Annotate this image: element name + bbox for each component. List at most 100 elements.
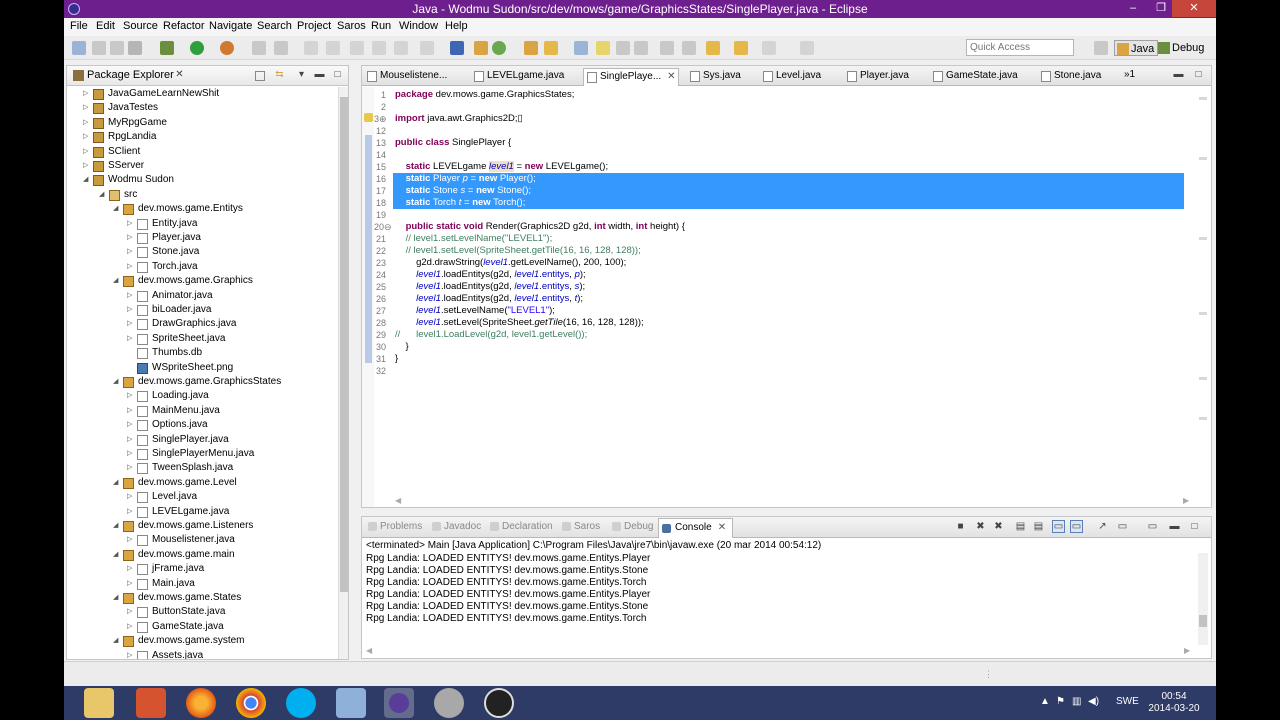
mark-occurrences-icon[interactable] <box>596 41 610 55</box>
tray-volume-icon[interactable]: ◀) <box>1088 696 1099 707</box>
pencil-icon[interactable] <box>544 41 558 55</box>
editor-tab[interactable]: Stone.java <box>1038 68 1108 86</box>
tree-item[interactable]: ◢ dev.mows.game.Graphics <box>67 274 337 288</box>
type-hierarchy-icon[interactable] <box>450 41 464 55</box>
code-line[interactable]: level1.loadEntitys(g2d, level1.entitys, … <box>395 269 586 281</box>
save-icon[interactable] <box>92 41 106 55</box>
editor-overview-ruler[interactable] <box>1197 87 1209 495</box>
chrome-taskbar-icon[interactable] <box>236 688 266 718</box>
expand-arrow-icon[interactable]: ▷ <box>127 577 135 591</box>
expand-arrow-icon[interactable]: ▷ <box>127 289 135 303</box>
editor-tab[interactable]: LEVELgame.java <box>471 68 575 86</box>
taskbar-clock[interactable]: 00:54 2014-03-20 <box>1144 691 1204 715</box>
run-icon[interactable] <box>190 41 204 55</box>
code-line[interactable]: static Torch t = new Torch(); <box>395 197 526 209</box>
code-line[interactable]: level1.loadEntitys(g2d, level1.entitys, … <box>395 281 585 293</box>
tree-item[interactable]: ▷ Player.java <box>67 231 337 245</box>
maximize-view-icon[interactable]: □ <box>331 69 344 82</box>
disc-app-taskbar-icon[interactable] <box>434 688 464 718</box>
tray-flag-icon[interactable]: ⚑ <box>1056 696 1065 707</box>
expand-arrow-icon[interactable]: ▷ <box>127 605 135 619</box>
tree-item[interactable]: ▷ SinglePlayerMenu.java <box>67 447 337 461</box>
close-tab-icon[interactable]: ✕ <box>667 71 675 82</box>
collapse-arrow-icon[interactable]: ◢ <box>113 519 121 533</box>
file-explorer-taskbar-icon[interactable] <box>84 688 114 718</box>
overview-marker[interactable] <box>1199 377 1207 380</box>
panel-tab-javadoc[interactable]: Javadoc <box>432 521 481 532</box>
code-line[interactable]: level1.setLevelName("LEVEL1"); <box>395 305 555 317</box>
search-icon[interactable] <box>492 41 506 55</box>
panel-tab-console[interactable]: Console ✕ <box>658 518 734 538</box>
overview-marker[interactable] <box>1199 237 1207 240</box>
tree-item[interactable]: ◢ Wodmu Sudon <box>67 173 337 187</box>
code-line[interactable]: level1.setLevel(SpriteSheet.getTile(16, … <box>395 317 644 329</box>
remove-all-launches-icon[interactable]: ✖ <box>992 521 1005 534</box>
menu-saros[interactable]: Saros <box>337 20 366 32</box>
new-java-project-icon[interactable] <box>252 41 266 55</box>
console-vertical-scrollbar[interactable] <box>1198 553 1208 645</box>
code-line[interactable]: g2d.drawString(level1.getLevelName(), 20… <box>395 257 626 269</box>
expand-arrow-icon[interactable]: ▷ <box>83 130 91 144</box>
remove-launch-icon[interactable]: ✖ <box>974 521 987 534</box>
panel-tab-debug[interactable]: Debug <box>612 521 653 532</box>
quick-access-input[interactable]: Quick Access <box>966 39 1074 56</box>
code-line[interactable]: import java.awt.Graphics2D;▯ <box>395 113 523 125</box>
close-button[interactable]: ✕ <box>1172 0 1216 17</box>
expand-arrow-icon[interactable]: ▷ <box>127 505 135 519</box>
suspend-icon[interactable] <box>372 41 386 55</box>
last-edit-icon[interactable] <box>706 41 720 55</box>
collapse-arrow-icon[interactable]: ◢ <box>113 634 121 648</box>
window-app-taskbar-icon[interactable] <box>336 688 366 718</box>
tree-item[interactable]: ◢ src <box>67 188 337 202</box>
minimize-editor-icon[interactable]: ▬ <box>1172 69 1185 82</box>
minimize-view-icon[interactable]: ▬ <box>313 69 326 82</box>
editor-tab[interactable]: GameState.java <box>930 68 1030 86</box>
console-scrollbar-thumb[interactable] <box>1199 615 1207 627</box>
expand-arrow-icon[interactable]: ▷ <box>127 433 135 447</box>
java-perspective-button[interactable]: Java <box>1114 40 1159 56</box>
code-line[interactable]: } <box>395 341 409 353</box>
code-line[interactable]: public class SinglePlayer { <box>395 137 511 149</box>
tree-item[interactable]: ▷ MainMenu.java <box>67 404 337 418</box>
keyboard-language[interactable]: SWE <box>1116 696 1139 707</box>
tree-item[interactable]: ▷ SinglePlayer.java <box>67 433 337 447</box>
expand-arrow-icon[interactable]: ▷ <box>127 461 135 475</box>
tree-item[interactable]: ▷ JavaTestes <box>67 101 337 115</box>
expand-arrow-icon[interactable]: ▷ <box>127 389 135 403</box>
tree-item[interactable]: ▷ TweenSplash.java <box>67 461 337 475</box>
tree-item[interactable]: ▷ Assets.java <box>67 649 337 659</box>
copy-icon[interactable] <box>350 41 364 55</box>
expand-arrow-icon[interactable]: ▷ <box>127 418 135 432</box>
terminate-icon[interactable] <box>394 41 408 55</box>
code-line[interactable]: } <box>395 353 398 365</box>
editor-tab[interactable]: Sys.java <box>687 68 753 86</box>
tree-item[interactable]: ◢ dev.mows.game.States <box>67 591 337 605</box>
editor-tab[interactable]: Player.java <box>844 68 924 86</box>
skype-taskbar-icon[interactable] <box>286 688 316 718</box>
tree-item[interactable]: Thumbs.db <box>67 346 337 360</box>
expand-arrow-icon[interactable]: ▷ <box>83 159 91 173</box>
pin-editor-icon[interactable] <box>800 41 814 55</box>
tree-item[interactable]: ▷ Main.java <box>67 577 337 591</box>
eclipse-taskbar-button[interactable] <box>384 688 414 718</box>
expand-arrow-icon[interactable]: ▷ <box>127 490 135 504</box>
tree-item[interactable]: ▷ biLoader.java <box>67 303 337 317</box>
new-icon[interactable] <box>72 41 86 55</box>
menu-navigate[interactable]: Navigate <box>209 20 252 32</box>
collapse-arrow-icon[interactable]: ◢ <box>83 173 91 187</box>
scrollbar-thumb[interactable] <box>340 97 348 592</box>
display-console-icon[interactable]: ▭ <box>1116 521 1129 534</box>
clear-console-icon[interactable]: ▤ <box>1014 521 1027 534</box>
tree-item[interactable]: ▷ Entity.java <box>67 217 337 231</box>
package-explorer-title[interactable]: Package Explorer <box>87 69 174 81</box>
expand-arrow-icon[interactable]: ▷ <box>127 620 135 634</box>
package-explorer-scrollbar[interactable] <box>338 87 348 659</box>
code-line[interactable]: // level1.setLevel(SpriteSheet.getTile(1… <box>395 245 641 257</box>
collapse-arrow-icon[interactable]: ◢ <box>113 202 121 216</box>
overview-marker[interactable] <box>1199 312 1207 315</box>
code-line[interactable]: level1.loadEntitys(g2d, level1.entitys, … <box>395 293 583 305</box>
show-on-output-icon[interactable]: ▭ <box>1052 520 1065 533</box>
save-all-icon[interactable] <box>110 41 124 55</box>
expand-arrow-icon[interactable]: ▷ <box>127 231 135 245</box>
expand-arrow-icon[interactable]: ▷ <box>127 217 135 231</box>
